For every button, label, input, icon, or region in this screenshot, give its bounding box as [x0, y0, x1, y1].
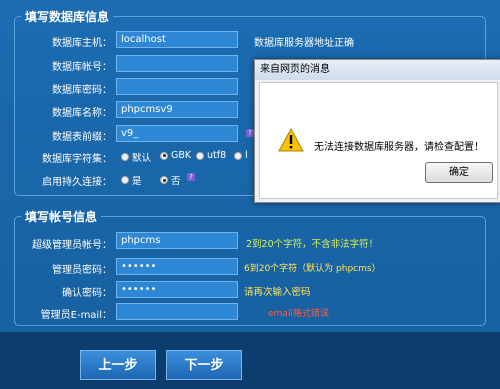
prefix-help-icon[interactable]: ?	[246, 129, 254, 137]
dialog-title: 来自网页的消息	[255, 60, 500, 80]
db-password-label: 数据库密码：	[52, 85, 112, 96]
charset-option-latin1[interactable]: l	[234, 150, 248, 161]
charset-option-gbk[interactable]: GBK	[160, 150, 191, 161]
db-host-status: 数据库服务器地址正确	[254, 38, 354, 49]
radio-icon	[234, 151, 242, 160]
persist-option-label: 否	[171, 176, 181, 187]
confirm-password-hint: 请再次输入密码	[244, 287, 311, 298]
db-prefix-input[interactable]: v9_	[116, 125, 238, 142]
persist-option-no[interactable]: 否	[160, 173, 181, 187]
confirm-password-label: 确认密码：	[62, 288, 112, 299]
admin-password-hint: 6到20个字符（默认为 phpcms）	[244, 264, 381, 274]
installer-page: 填写数据库信息 数据库主机： localhost 数据库服务器地址正确 数据库帐…	[0, 0, 500, 389]
admin-email-label: 管理员E-mail：	[40, 310, 112, 321]
charset-option-label: l	[245, 150, 248, 161]
admin-email-error: email格式错误	[268, 309, 329, 319]
db-prefix-label: 数据表前缀：	[52, 132, 112, 143]
persist-help-icon[interactable]: ?	[187, 173, 195, 181]
db-name-input[interactable]: phpcmsv9	[116, 101, 238, 118]
db-host-label: 数据库主机：	[52, 38, 112, 49]
db-account-label: 数据库帐号：	[52, 62, 112, 73]
charset-option-label: 默认	[132, 153, 152, 164]
account-section-legend: 填写帐号信息	[25, 210, 98, 224]
persist-option-yes[interactable]: 是	[121, 173, 142, 187]
dialog-ok-button[interactable]: 确定	[425, 162, 493, 183]
db-section-legend: 填写数据库信息	[25, 10, 110, 24]
charset-option-label: utf8	[207, 150, 227, 161]
radio-selected-icon	[160, 151, 168, 160]
warning-icon	[278, 128, 304, 152]
admin-password-label: 管理员密码：	[52, 265, 112, 276]
admin-password-input[interactable]: ••••••	[116, 258, 238, 275]
admin-account-hint: 2到20个字符，不含非法字符！	[246, 239, 379, 250]
db-charset-label: 数据库字符集：	[42, 154, 112, 165]
admin-account-label: 超级管理员帐号：	[32, 240, 112, 251]
charset-option-utf8[interactable]: utf8	[196, 150, 226, 161]
radio-selected-icon	[160, 176, 168, 184]
radio-icon	[121, 153, 129, 161]
radio-icon	[121, 176, 129, 184]
admin-account-input[interactable]: phpcms	[116, 232, 238, 249]
db-persist-label: 启用持久连接：	[42, 177, 112, 188]
db-host-input[interactable]: localhost	[116, 31, 238, 48]
next-step-button[interactable]: 下一步	[166, 350, 242, 380]
dialog-message: 无法连接数据库服务器，请检查配置！	[314, 142, 484, 153]
footer-bar	[0, 332, 500, 389]
db-password-input[interactable]	[116, 78, 238, 95]
db-name-label: 数据库名称：	[52, 108, 112, 119]
prev-step-button[interactable]: 上一步	[80, 350, 156, 380]
charset-option-label: GBK	[171, 150, 192, 161]
charset-option-default[interactable]: 默认	[121, 150, 151, 164]
db-account-input[interactable]	[116, 55, 238, 72]
confirm-password-input[interactable]: ••••••	[116, 281, 238, 298]
radio-icon	[196, 151, 204, 160]
admin-email-input[interactable]	[116, 303, 238, 320]
persist-option-label: 是	[132, 176, 142, 187]
